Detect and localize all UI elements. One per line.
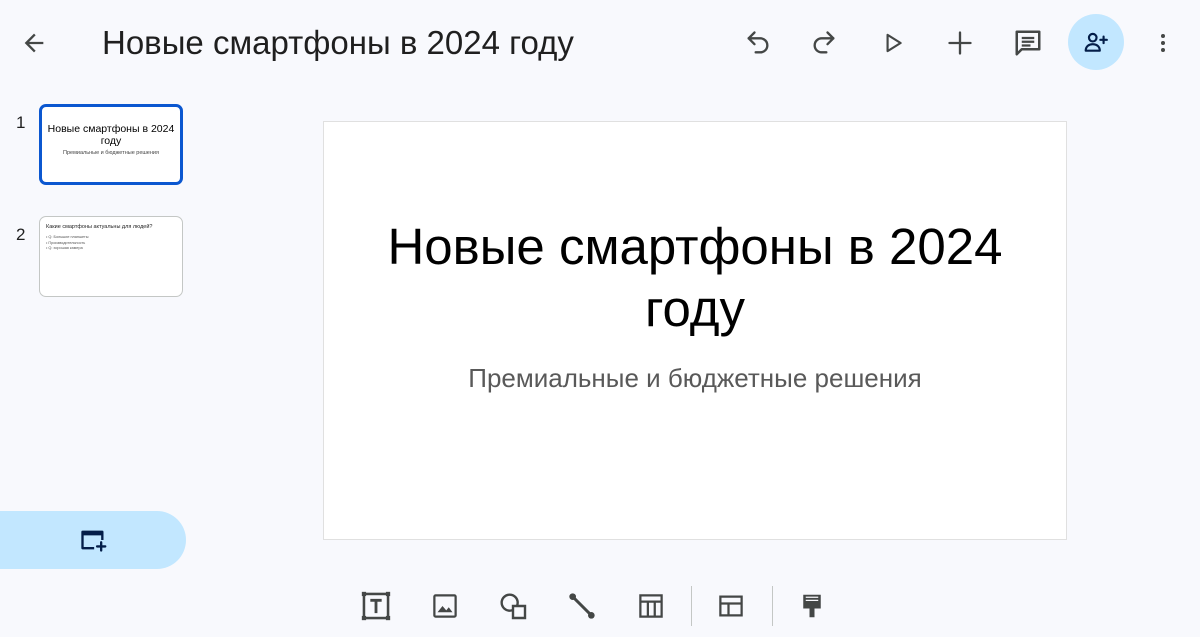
text-box-icon [361,591,391,621]
thumbnail-2-title: Какие смартфоны актуальны для людей? [46,224,153,230]
back-button[interactable] [14,23,54,63]
thumbnail-2-bullet: Q: хорошая камера [46,246,88,252]
image-icon [433,594,457,618]
format-paint-icon [803,594,821,618]
slide-number-2: 2 [16,225,26,244]
insert-button[interactable] [940,23,980,63]
new-slide-icon [81,530,107,552]
insert-image-button[interactable] [425,586,465,626]
person-add-icon [1084,32,1108,52]
line-icon [569,593,595,619]
undo-icon [747,31,769,54]
arrow-back-icon [24,33,44,53]
slide-canvas[interactable]: Новые смартфоны в 2024 году Премиальные … [323,121,1067,540]
table-icon [639,594,663,618]
thumbnail-1-title: Новые смартфоны в 2024 году [47,123,175,147]
present-button[interactable] [873,23,913,63]
more-options-button[interactable] [1150,23,1176,63]
comment-icon [1015,30,1041,56]
new-slide-button[interactable] [0,511,186,569]
thumbnail-2-bullets: Q: Большие планшеты Производительность Q… [46,235,88,252]
slide-thumbnail-2[interactable]: Какие смартфоны актуальны для людей? Q: … [39,216,183,297]
insert-text-box-button[interactable] [356,586,396,626]
play-icon [886,33,902,53]
layout-icon [719,595,743,617]
insert-shape-button[interactable] [493,586,533,626]
insert-line-button[interactable] [562,586,602,626]
toolbar-divider [772,586,773,626]
slide-title[interactable]: Новые смартфоны в 2024 году [344,216,1046,340]
undo-button[interactable] [738,23,778,63]
thumbnail-1-subtitle: Премиальные и бюджетные решения [63,150,159,156]
redo-button[interactable] [804,23,844,63]
more-vert-icon [1161,34,1165,52]
comments-button[interactable] [1008,23,1048,63]
slide-thumbnail-1[interactable]: Новые смартфоны в 2024 году Премиальные … [39,104,183,185]
plus-icon [948,31,972,55]
shapes-icon [500,593,527,620]
layout-button[interactable] [711,586,751,626]
redo-icon [813,31,835,54]
toolbar-divider [691,586,692,626]
share-button[interactable] [1068,14,1124,70]
slide-number-1: 1 [16,113,26,132]
insert-table-button[interactable] [631,586,671,626]
theme-format-button[interactable] [792,586,832,626]
document-title[interactable]: Новые смартфоны в 2024 году [102,23,574,63]
slide-subtitle[interactable]: Премиальные и бюджетные решения [344,361,1046,395]
thumbnail-2-bullet: Q: Большие планшеты [46,235,88,241]
